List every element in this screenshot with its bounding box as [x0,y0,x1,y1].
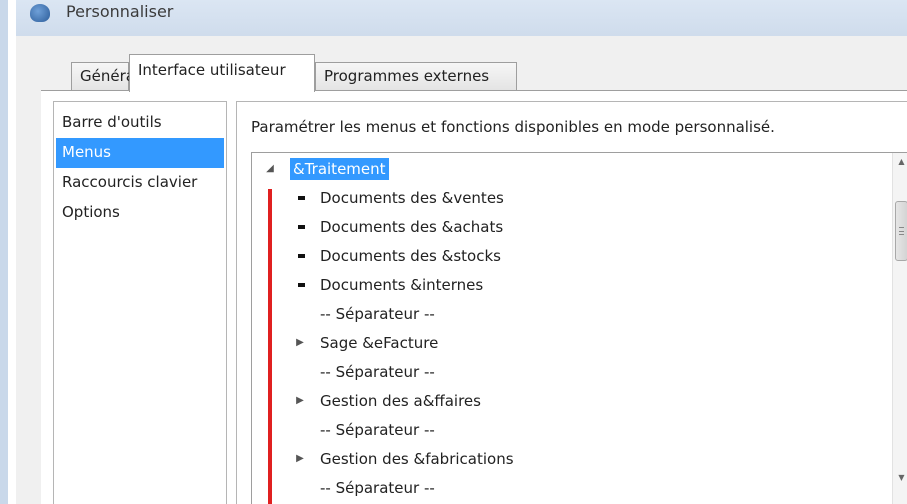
sidebar-item-menus[interactable]: Menus [56,138,224,168]
scroll-thumb[interactable] [895,201,907,261]
dialog-content: Général Interface utilisateur Programmes… [16,36,907,504]
tab-general[interactable]: Général [71,62,139,90]
tree-item-label: Gestion des &fabrications [320,450,514,468]
tab-strip: Général Interface utilisateur Programmes… [71,48,907,92]
leaf-bullet-icon [298,283,305,287]
tree-item-label: Sage &eFacture [320,334,439,352]
collapse-arrow-icon[interactable]: ◢ [264,155,276,183]
description-text: Paramétrer les menus et fonctions dispon… [251,118,775,136]
tree-item-label: Gestion des a&ffaires [320,392,481,410]
tree-item-label: -- Séparateur -- [320,479,435,497]
tree-separator[interactable]: -- Séparateur -- [252,474,892,502]
expand-arrow-icon[interactable]: ▶ [294,329,306,357]
menu-tree: ◢ &Traitement Documents des &ventes Docu… [251,152,907,504]
tree-item[interactable]: Documents &internes [252,271,892,299]
tree-item-label: &Traitement [290,158,389,180]
tree-item-label: Documents des &stocks [320,247,501,265]
window-title: Personnaliser [66,2,174,21]
tab-panel: Barre d'outils Menus Raccourcis clavier … [41,90,907,504]
sidebar-item-raccourcis-clavier[interactable]: Raccourcis clavier [56,168,224,198]
tree-item[interactable]: ▶ Sage &eFacture [252,329,892,357]
tree-item-label: Documents des &achats [320,218,504,236]
tree-item[interactable]: ▶ Gestion des a&ffaires [252,387,892,415]
tree-item-label: -- Séparateur -- [320,363,435,381]
category-list: Barre d'outils Menus Raccourcis clavier … [53,101,227,504]
leaf-bullet-icon [298,254,305,258]
tree-item-label: Documents des &ventes [320,189,504,207]
scroll-up-icon[interactable]: ▲ [893,153,907,171]
tab-programmes-externes[interactable]: Programmes externes [315,62,517,90]
tree-item[interactable]: Documents des &ventes [252,184,892,212]
tree-item-label: -- Séparateur -- [320,421,435,439]
tree-item[interactable]: Documents des &stocks [252,242,892,270]
sidebar-item-options[interactable]: Options [56,198,224,228]
expand-arrow-icon[interactable]: ▶ [294,445,306,473]
menus-settings-area: Paramétrer les menus et fonctions dispon… [236,101,907,504]
scroll-down-icon[interactable]: ▼ [893,469,907,487]
tree-item[interactable]: Documents des &achats [252,213,892,241]
sidebar-item-barre-outils[interactable]: Barre d'outils [56,108,224,138]
tab-interface-utilisateur[interactable]: Interface utilisateur [129,54,315,92]
tree-item[interactable]: ▶ Gestion des &fabrications [252,445,892,473]
app-icon [30,4,50,22]
tree-separator[interactable]: -- Séparateur -- [252,358,892,386]
tree-separator[interactable]: -- Séparateur -- [252,416,892,444]
tree-item-label: Documents &internes [320,276,484,294]
tree-separator[interactable]: -- Séparateur -- [252,300,892,328]
tree-item-traitement[interactable]: ◢ &Traitement [252,155,892,183]
leaf-bullet-icon [298,196,305,200]
grip-icon [899,227,904,235]
title-bar: Personnaliser [16,0,907,36]
leaf-bullet-icon [298,225,305,229]
vertical-scrollbar[interactable]: ▲ ▼ [892,153,907,504]
personnaliser-window: Personnaliser Général Interface utilisat… [0,0,907,504]
expand-arrow-icon[interactable]: ▶ [294,387,306,415]
tree-item-label: -- Séparateur -- [320,305,435,323]
